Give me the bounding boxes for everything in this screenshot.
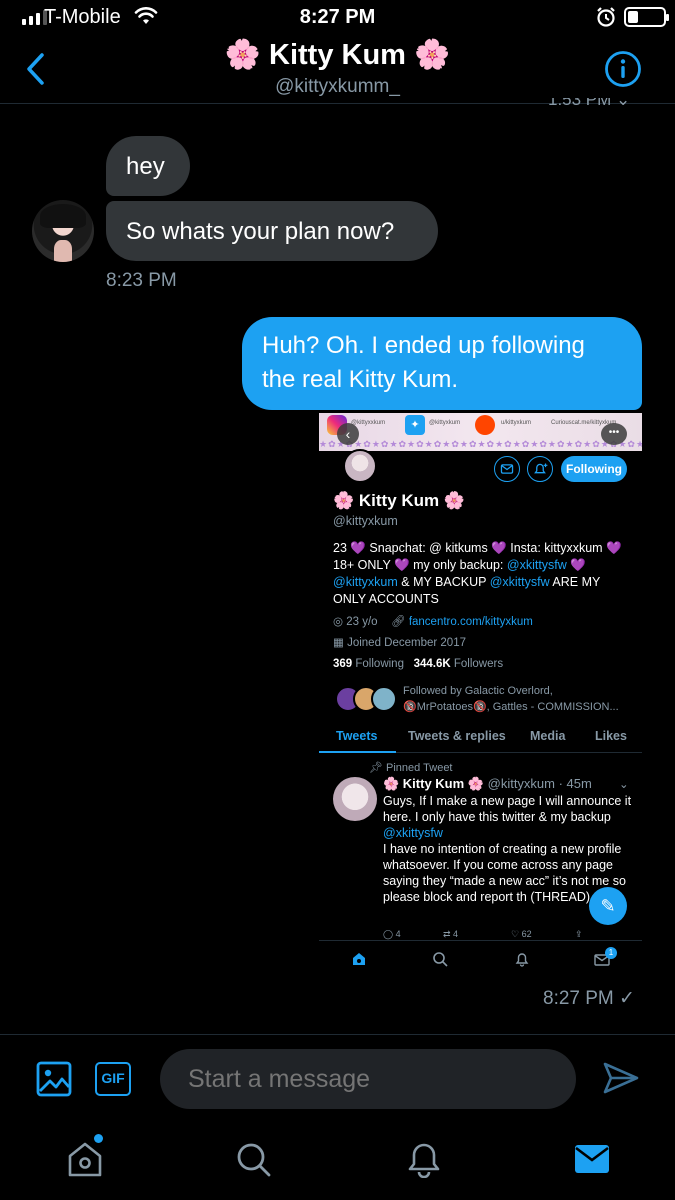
profile-avatar [343, 449, 377, 483]
notifications-tab[interactable] [406, 1140, 442, 1178]
message-icon [494, 456, 520, 482]
home-icon [353, 953, 365, 965]
tab-likes: Likes [595, 729, 627, 743]
status-time: 8:27 PM [299, 6, 376, 28]
reply-icon: ◯ 4 [383, 929, 401, 939]
location-icon: ◎ [333, 616, 344, 628]
sender-avatar[interactable] [32, 200, 94, 262]
profile-link: 🔗︎ fancentro.com/kittyxkum [391, 616, 533, 628]
share-icon: ⇪ [575, 929, 583, 939]
like-icon: ♡ 62 [511, 929, 532, 939]
following-button: Following [561, 456, 627, 482]
profile-bio: 23 💜 Snapchat: @ kitkums 💜 Insta: kittyx… [333, 541, 622, 606]
notifications-icon [515, 953, 529, 967]
calendar-icon: ▦ [333, 637, 344, 649]
messages-tab[interactable] [574, 1144, 610, 1174]
bottom-navigation [0, 1100, 675, 1200]
message-timestamp: 8:23 PM [106, 270, 177, 291]
pinned-label: 📌︎ Pinned Tweet [369, 762, 453, 774]
banner-tw-text: @kittyxkum [429, 420, 461, 426]
compose-tweet-icon: ✎ [589, 887, 627, 925]
attached-screenshot[interactable]: @kittyxxkum ✦ @kittyxkum u/kittyxkum Cur… [319, 413, 642, 975]
embedded-bottom-nav: 1 [319, 940, 642, 975]
banner-stars-decoration: ★✿★✿★✿★✿★✿★✿★✿★✿★✿★✿★✿★✿★✿★✿★✿★✿★✿★✿★✿★✿… [319, 439, 642, 449]
followed-by-text: Followed by Galactic Overlord, 🔞MrPotatoe… [403, 685, 619, 713]
follower-avatar [371, 686, 397, 712]
search-tab[interactable] [236, 1142, 272, 1178]
conversation-handle: @kittyxkumm_ [275, 76, 400, 97]
tweet-body: Guys, If I make a new page I will announ… [383, 794, 632, 904]
home-notification-dot [94, 1134, 103, 1143]
twitter-icon: ✦ [405, 415, 425, 435]
tab-tweets-replies: Tweets & replies [408, 729, 506, 743]
info-button[interactable] [604, 50, 642, 88]
message-timestamp-sent: 8:27 PM ✓ [543, 988, 635, 1009]
partial-timestamp: 1:53 PM ⌄ [548, 98, 631, 108]
profile-joined: ▦ Joined December 2017 [333, 637, 466, 649]
battery-icon [624, 7, 669, 27]
tab-tweets: Tweets [336, 729, 378, 743]
retweet-icon: ⇄ 4 [443, 929, 459, 939]
messages-badge: 1 [605, 947, 617, 959]
more-icon: ••• [601, 423, 627, 445]
profile-banner: @kittyxxkum ✦ @kittyxkum u/kittyxkum Cur… [319, 413, 642, 451]
link-icon: 🔗︎ [391, 616, 406, 628]
profile-name: 🌸 Kitty Kum 🌸 [333, 491, 466, 510]
banner-ig-text: @kittyxxkum [351, 420, 386, 426]
active-tab-indicator [319, 751, 396, 753]
gif-button[interactable]: GIF [95, 1062, 131, 1096]
reddit-icon [475, 415, 495, 435]
profile-handle: @kittyxkum [333, 514, 398, 528]
tweet-chevron-icon: ⌄ [619, 779, 629, 791]
tweet-header: 🌸 Kitty Kum 🌸 @kittyxkum · 45m [383, 776, 592, 791]
banner-rd-text: u/kittyxkum [501, 420, 532, 426]
status-bar: T-Mobile 8:27 PM [0, 0, 675, 36]
message-bubble-sent[interactable]: Huh? Oh. I ended up following the real K… [242, 317, 642, 410]
conversation-title: 🌸 Kitty Kum 🌸 [224, 39, 451, 71]
alarm-icon [597, 7, 615, 27]
tab-media: Media [530, 729, 566, 743]
message-bubble-received[interactable]: hey [106, 136, 190, 196]
pin-icon: 📌︎ [369, 762, 383, 774]
tweet-avatar [333, 777, 377, 821]
profile-stats: 369 Following 344.6K Followers [333, 658, 504, 670]
profile-tabs: Tweets Tweets & replies Media Likes [319, 725, 642, 753]
message-bubble-received[interactable]: So whats your plan now? [106, 201, 438, 261]
image-upload-button[interactable] [36, 1061, 72, 1097]
profile-age: ◎ 23 y/o [333, 616, 378, 628]
send-button[interactable] [602, 1061, 640, 1095]
search-icon [433, 952, 448, 967]
profile-back-icon: ‹ [337, 423, 359, 445]
notification-bell-icon [527, 456, 553, 482]
home-tab[interactable] [66, 1140, 104, 1178]
